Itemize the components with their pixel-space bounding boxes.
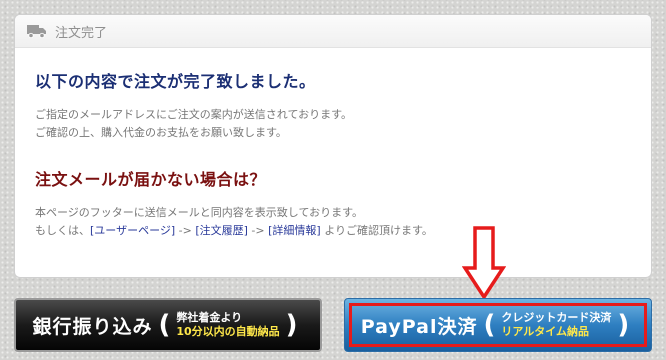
panel-title: 注文完了: [55, 25, 108, 41]
order-history-link[interactable]: [注文履歴]: [195, 224, 248, 237]
missing-mail-heading: 注文メールが届かない場合は？: [35, 170, 267, 189]
message-line: ご確認の上、購入代金のお支払をお願い致します。: [35, 126, 287, 139]
open-paren: (: [158, 310, 171, 340]
bank-note-line2: 10分以内の自動納品: [176, 325, 280, 338]
breadcrumb-separator: ->: [247, 224, 269, 237]
close-paren: ): [285, 310, 298, 340]
bank-note-line1: 弊社着金より: [176, 311, 243, 324]
bank-transfer-button[interactable]: 銀行振り込み ( 弊社着金より 10分以内の自動納品 ): [14, 298, 322, 352]
order-complete-panel: 注文完了 以下の内容で注文が完了致しました。 ご指定のメールアドレスにご注文の案…: [14, 14, 652, 278]
info-prefix: もしくは、: [35, 224, 90, 237]
user-page-link[interactable]: [ユーザーページ]: [90, 224, 175, 237]
paypal-button[interactable]: PayPal決済 ( クレジットカード決済 リアルタイム納品 ): [344, 298, 652, 352]
details-link[interactable]: [詳細情報]: [268, 224, 321, 237]
down-arrow-icon: [461, 226, 507, 304]
completion-heading: 以下の内容で注文が完了致しました。: [35, 72, 316, 91]
panel-body: 以下の内容で注文が完了致しました。 ご指定のメールアドレスにご注文の案内が送信さ…: [15, 48, 651, 240]
bank-transfer-label: 銀行振り込み: [32, 315, 153, 338]
message-line: ご指定のメールアドレスにご注文の案内が送信されております。: [35, 108, 353, 121]
panel-header: 注文完了: [15, 15, 651, 48]
truck-icon: [27, 24, 47, 38]
bank-transfer-note: 弊社着金より 10分以内の自動納品: [176, 311, 279, 339]
breadcrumb-separator: ->: [175, 224, 196, 237]
info-line: 本ページのフッターに送信メールと同内容を表示致しております。: [35, 206, 364, 219]
info-suffix: よりご確認頂けます。: [320, 224, 433, 237]
completion-message: ご指定のメールアドレスにご注文の案内が送信されております。 ご確認の上、購入代金…: [35, 106, 651, 142]
highlight-outline: [349, 303, 647, 347]
missing-mail-info: 本ページのフッターに送信メールと同内容を表示致しております。 もしくは、[ユーザ…: [35, 204, 651, 240]
info-line: もしくは、[ユーザーページ] -> [注文履歴] -> [詳細情報] よりご確認…: [35, 222, 651, 240]
